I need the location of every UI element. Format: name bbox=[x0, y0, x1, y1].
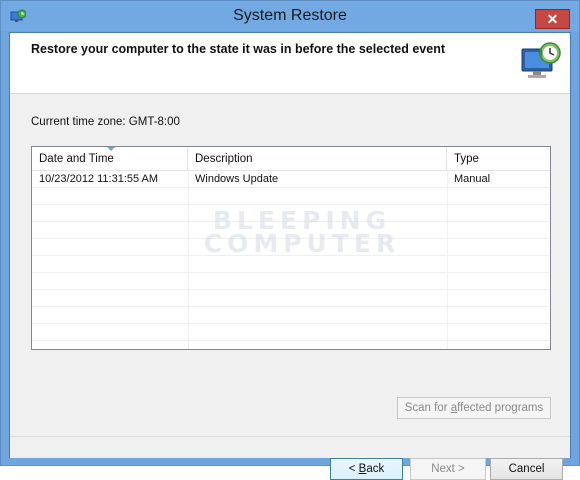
table-row[interactable]: 10/23/2012 11:31:55 AM Windows Update Ma… bbox=[32, 171, 550, 188]
empty-row bbox=[32, 324, 550, 341]
system-restore-window: System Restore ✕ Restore your computer t… bbox=[0, 0, 580, 480]
scan-label-pre: Scan for bbox=[404, 402, 451, 414]
back-button[interactable]: < Back bbox=[330, 458, 403, 480]
window-title: System Restore bbox=[233, 7, 347, 24]
watermark: BLEEPING COMPUTER bbox=[202, 208, 402, 258]
column-header-type[interactable]: Type bbox=[447, 147, 550, 171]
row-description: Windows Update bbox=[195, 173, 279, 185]
close-button[interactable]: ✕ bbox=[535, 9, 570, 29]
wizard-header: Restore your computer to the state it wa… bbox=[10, 33, 570, 94]
empty-row bbox=[32, 188, 550, 205]
header-text: Restore your computer to the state it wa… bbox=[31, 42, 445, 56]
wizard-client-area: Restore your computer to the state it wa… bbox=[9, 32, 571, 480]
empty-row bbox=[32, 290, 550, 307]
column-header-description[interactable]: Description bbox=[188, 147, 447, 171]
title-bar[interactable]: System Restore ✕ bbox=[1, 1, 579, 31]
empty-row bbox=[32, 256, 550, 273]
row-type: Manual bbox=[454, 173, 491, 185]
cancel-button[interactable]: Cancel bbox=[490, 458, 563, 480]
wizard-body: Current time zone: GMT-8:00 Date and Tim… bbox=[10, 94, 570, 480]
scan-affected-programs-button[interactable]: Scan for affected programs bbox=[397, 397, 551, 419]
row-date: 10/23/2012 11:31:55 AM bbox=[39, 173, 159, 185]
back-label-post: ack bbox=[366, 463, 385, 475]
sort-indicator-icon bbox=[107, 147, 115, 151]
restore-points-table[interactable]: Date and Time Description Type 10/23/201… bbox=[31, 146, 551, 350]
scan-label-post: ffected programs bbox=[457, 402, 544, 414]
close-icon: ✕ bbox=[546, 11, 559, 27]
footer-separator bbox=[10, 436, 570, 437]
system-restore-monitor-icon bbox=[521, 42, 561, 78]
empty-row bbox=[32, 307, 550, 324]
next-button[interactable]: Next > bbox=[410, 458, 486, 480]
timezone-label: Current time zone: GMT-8:00 bbox=[31, 116, 180, 128]
back-label-pre: < bbox=[348, 463, 359, 475]
watermark-line-2: COMPUTER bbox=[203, 229, 401, 258]
empty-row bbox=[32, 273, 550, 290]
